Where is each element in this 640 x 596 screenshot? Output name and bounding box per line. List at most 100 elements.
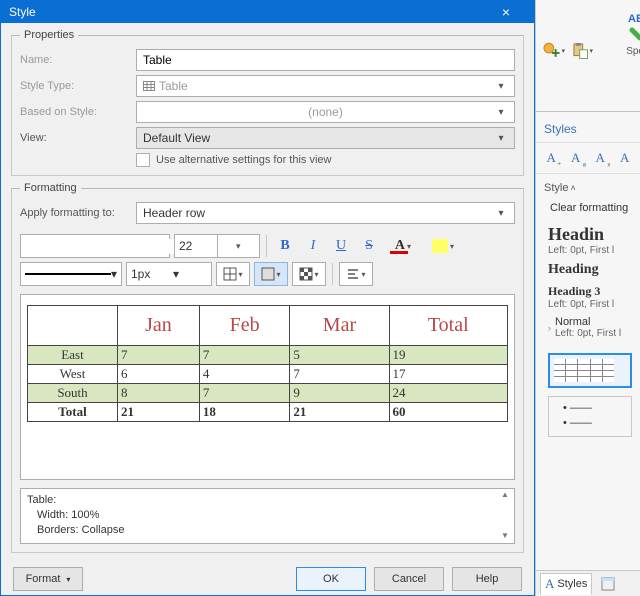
font-size-combo[interactable]: 22 ▾	[174, 234, 260, 258]
chevron-down-icon[interactable]: ▾	[314, 270, 318, 279]
chevron-down-icon[interactable]: ▾	[169, 267, 211, 281]
font-name-combo[interactable]: ▾	[20, 234, 170, 258]
styles-pane-title: Styles	[536, 112, 640, 143]
underline-button[interactable]: U	[329, 234, 353, 258]
dialog-title: Style	[9, 5, 36, 19]
strike-button[interactable]: S	[357, 234, 381, 258]
highlight-button[interactable]: ▾	[425, 234, 461, 258]
sample-table-style[interactable]	[548, 353, 632, 388]
tab-styles[interactable]: A Styles	[540, 573, 592, 595]
style-item-heading3[interactable]: Heading 3 Left: 0pt, First l	[548, 284, 636, 310]
view-label: View:	[20, 132, 130, 144]
chevron-down-icon: ▾	[494, 208, 508, 219]
bold-button[interactable]: B	[273, 234, 297, 258]
alt-settings-checkbox[interactable]	[136, 153, 150, 167]
col-jan: Jan	[118, 306, 200, 346]
chevron-up-icon: ˄	[570, 183, 575, 193]
shading-icon	[261, 267, 275, 281]
chevron-down-icon: ▾	[494, 133, 508, 144]
table-footer-row: Total 21 18 21 60	[28, 403, 508, 422]
chevron-down-icon[interactable]: ▾	[407, 242, 411, 251]
border-toolbar: ▾ 1px ▾ ▾ ▾ ▾	[20, 262, 515, 286]
dialog-buttons: Format ▾ OK Cancel Help	[11, 559, 524, 591]
style-item-heading2[interactable]: Heading	[548, 262, 636, 278]
align-button[interactable]: ▾	[339, 262, 373, 286]
format-button[interactable]: Format ▾	[13, 567, 83, 591]
col-blank	[28, 306, 118, 346]
table-row: West 6 4 7 17	[28, 365, 508, 384]
name-label: Name:	[20, 54, 130, 66]
paste-special-button[interactable]: ▾	[570, 40, 594, 62]
align-icon	[346, 267, 360, 281]
font-color-button[interactable]: A ▾	[385, 234, 421, 258]
properties-legend: Properties	[20, 29, 78, 41]
clear-formatting-item[interactable]: Clear formatting	[550, 202, 636, 214]
dialog-body: Properties Name: Style Type: Table ▾	[1, 23, 534, 595]
style-dialog: Style × Properties Name: Style Type: Tab…	[0, 0, 535, 596]
styles-toolbar: A₊ Aₐ Aₓ A	[536, 143, 640, 174]
spelling-label: Spelling	[626, 46, 640, 57]
chevron-down-icon: ▾	[589, 47, 593, 55]
close-button[interactable]: ×	[486, 2, 526, 22]
table-row: South 8 7 9 24	[28, 384, 508, 403]
panel-footer: A Styles	[536, 570, 640, 596]
style-item-normal[interactable]: › Normal Left: 0pt, First l	[548, 316, 636, 339]
view-combo[interactable]: Default View ▾	[136, 127, 515, 149]
spelling-icon: ABC	[626, 8, 640, 44]
styles-tab-icon: A	[545, 576, 554, 592]
apply-combo[interactable]: Header row ▾	[136, 202, 515, 224]
styletype-label: Style Type:	[20, 80, 130, 92]
style-filter-a3[interactable]: Aₓ	[591, 149, 610, 167]
table-preview: Jan Feb Mar Total East 7 7 5 19	[20, 294, 515, 480]
table-icon: Table	[143, 79, 188, 93]
chevron-down-icon: ▾	[561, 47, 565, 55]
ok-button[interactable]: OK	[296, 567, 366, 591]
basedon-label: Based on Style:	[20, 106, 130, 118]
shading-button[interactable]: ▾	[254, 262, 288, 286]
italic-button[interactable]: I	[301, 234, 325, 258]
style-item-heading1[interactable]: Headin Left: 0pt, First l	[548, 224, 636, 256]
borders-button[interactable]: ▾	[216, 262, 250, 286]
styletype-combo: Table ▾	[136, 75, 515, 97]
tab-other[interactable]	[596, 574, 620, 594]
scroll-up-icon[interactable]: ▲	[497, 490, 513, 501]
help-button[interactable]: Help	[452, 567, 522, 591]
properties-group: Properties Name: Style Type: Table ▾	[11, 29, 524, 176]
chevron-down-icon[interactable]: ▾	[450, 242, 454, 251]
line-style-combo[interactable]: ▾	[20, 262, 122, 286]
plus-icon	[543, 42, 560, 60]
titlebar[interactable]: Style ×	[1, 1, 534, 23]
pattern-icon	[299, 267, 313, 281]
bullet-list-icon: • ——• ——	[553, 401, 627, 432]
style-filter-a1[interactable]: A₊	[542, 149, 561, 167]
cancel-button[interactable]: Cancel	[374, 567, 444, 591]
insert-button[interactable]: ▾	[542, 40, 566, 62]
basedon-combo: (none) ▾	[136, 101, 515, 123]
line-width-combo[interactable]: 1px ▾	[126, 262, 212, 286]
line-icon	[25, 273, 111, 275]
pattern-button[interactable]: ▾	[292, 262, 326, 286]
formatting-legend: Formatting	[20, 182, 81, 194]
chevron-down-icon: ▾	[66, 575, 70, 584]
ribbon-panel: ▾ ▾ ABC Spelling To Styles A₊ Aₐ Aₓ A St…	[535, 0, 640, 596]
name-input[interactable]	[136, 49, 515, 71]
scroll-down-icon[interactable]: ▼	[497, 531, 513, 542]
chevron-down-icon[interactable]: ▾	[361, 270, 365, 279]
highlight-icon	[432, 239, 448, 253]
styles-content: Style˄ Clear formatting Headin Left: 0pt…	[536, 174, 640, 455]
chevron-down-icon: ▾	[494, 107, 508, 118]
style-description: Table: Width: 100% Borders: Collapse ▲ ▼	[20, 488, 515, 544]
style-filter-a4[interactable]: A	[616, 149, 635, 167]
spelling-group[interactable]: ABC Spelling To	[626, 8, 640, 109]
style-section-header[interactable]: Style˄	[544, 182, 636, 194]
chevron-down-icon[interactable]: ▾	[111, 267, 117, 281]
chevron-down-icon[interactable]: ▾	[276, 270, 280, 279]
chevron-down-icon[interactable]: ▾	[217, 235, 260, 257]
preview-table: Jan Feb Mar Total East 7 7 5 19	[27, 305, 508, 422]
chevron-down-icon[interactable]: ▾	[238, 270, 242, 279]
col-feb: Feb	[199, 306, 290, 346]
chevron-down-icon: ▾	[494, 81, 508, 92]
sample-list-style[interactable]: • ——• ——	[548, 396, 632, 437]
svg-text:ABC: ABC	[628, 13, 640, 25]
style-filter-a2[interactable]: Aₐ	[567, 149, 586, 167]
